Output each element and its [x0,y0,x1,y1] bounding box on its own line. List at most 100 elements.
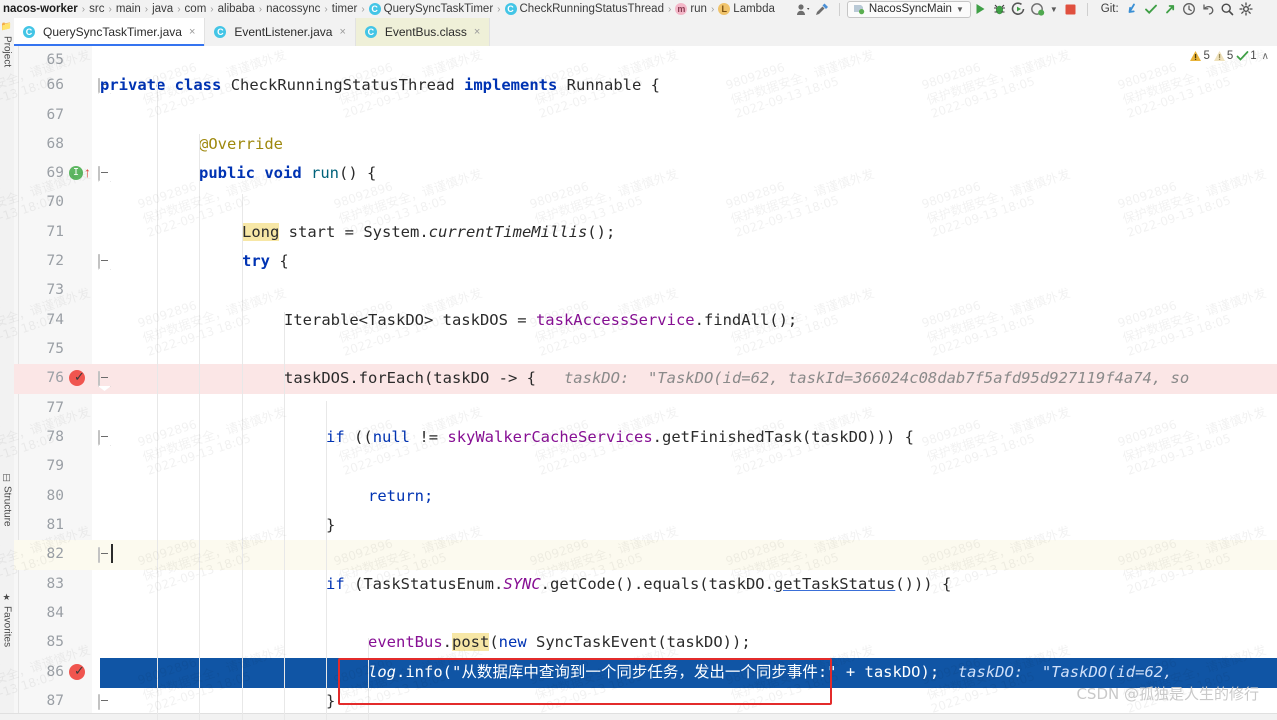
fold-marker[interactable] [98,254,110,269]
tool-window-project[interactable]: 📁 Project [0,22,14,67]
line-code: private class CheckRunningStatusThread i… [100,76,660,94]
build-hammer-icon[interactable] [814,1,831,18]
line-number: 86 [46,664,64,680]
tool-window-favorites[interactable]: ★ Favorites [0,593,14,647]
breadcrumb-item-method[interactable]: m run [672,2,710,15]
run-button[interactable] [972,1,989,18]
breadcrumb-inner-class-label: CheckRunningStatusThread [519,3,664,16]
editor-tab-label: QuerySyncTaskTimer.java [43,25,182,39]
breadcrumb-item-java[interactable]: java [149,3,176,15]
line-number: 70 [46,194,64,210]
breadcrumb-item-alibaba[interactable]: alibaba [215,3,258,15]
line-number: 81 [46,517,64,533]
breadcrumb-item-src[interactable]: src [86,3,107,15]
editor-line[interactable]: 71 Long start = System.currentTimeMillis… [14,218,1277,248]
line-code: Iterable<TaskDO> taskDOS = taskAccessSer… [284,311,798,329]
editor-line[interactable]: 72 try { [14,247,1277,277]
breadcrumb-item-class[interactable]: C QuerySyncTaskTimer [366,2,497,15]
class-icon: C [504,2,517,15]
breadcrumb-item-timer[interactable]: timer [329,3,361,15]
navigation-bar: nacos-worker › src › main › java › com ›… [0,0,1277,19]
line-code: if (TaskStatusEnum.SYNC.getCode().equals… [326,575,952,593]
editor-line[interactable]: 69 I ↑ public void run() { [14,159,1277,189]
breadcrumb-item-inner-class[interactable]: C CheckRunningStatusThread [502,2,667,16]
editor-line[interactable]: 77 [14,394,1277,424]
line-number: 83 [46,576,64,592]
editor-tab-label: EventBus.class [384,25,467,39]
typo-count[interactable]: 1 [1236,50,1257,62]
editor-line[interactable]: 73 [14,276,1277,306]
fold-marker[interactable] [98,694,110,710]
code-editor[interactable]: 65 66 private class CheckRunningStatusTh… [14,46,1277,720]
indent-guide [199,134,200,720]
settings-gear-icon[interactable] [1238,1,1255,18]
indent-guide [242,194,243,720]
editor-line[interactable]: 84 [14,599,1277,629]
breakpoint-verified-icon[interactable]: ✓ [69,369,91,388]
inspections-widget[interactable]: 5 5 1 ∧ [1189,50,1269,62]
search-icon[interactable] [1219,1,1236,18]
breadcrumb-item-nacossync[interactable]: nacossync [263,3,323,15]
class-icon: C [214,26,227,38]
git-push-icon[interactable] [1162,1,1179,18]
warning-count[interactable]: 5 [1189,50,1210,62]
git-commit-icon[interactable] [1143,1,1160,18]
editor-line[interactable]: 80 return; [14,482,1277,512]
line-number: 69 [46,165,64,181]
breakpoint-verified-icon[interactable]: ✓ [69,663,91,682]
run-with-coverage-button[interactable] [1010,1,1027,18]
editor-tab-eventlistener[interactable]: C EventListener.java × [205,18,356,46]
line-code [111,540,1277,570]
editor-line[interactable]: 78 if ((null != skyWalkerCacheServices.g… [14,423,1277,453]
fold-marker[interactable] [98,371,110,386]
chevron-up-icon[interactable]: ∧ [1262,51,1269,62]
stop-button[interactable] [1062,1,1079,18]
breadcrumb-item-main[interactable]: main [113,3,144,15]
class-icon: C [368,2,381,15]
profiler-icon[interactable] [795,1,812,18]
typo-check-icon [1236,51,1249,61]
editor-line[interactable]: 81 } [14,511,1277,541]
indent-guide [326,401,327,720]
profile-button[interactable] [1029,1,1046,18]
undo-icon[interactable] [1200,1,1217,18]
editor-line[interactable]: 74 Iterable<TaskDO> taskDOS = taskAccess… [14,306,1277,336]
editor-line[interactable]: 83 if (TaskStatusEnum.SYNC.getCode().equ… [14,570,1277,600]
run-method-gutter-icon[interactable]: I ↑ [69,164,91,183]
breadcrumb-item-module[interactable]: nacos-worker [0,3,81,15]
editor-line[interactable]: 66 private class CheckRunningStatusThrea… [14,71,1277,101]
editor-line[interactable]: 76 ✓ taskDOS.forEach(taskDO -> { taskDO:… [14,364,1277,394]
git-update-icon[interactable] [1124,1,1141,18]
warning-triangle-icon [1190,51,1202,61]
editor-tab-label: EventListener.java [234,25,333,39]
fold-marker[interactable] [98,166,110,181]
fold-marker[interactable] [98,547,110,563]
editor-line[interactable]: 79 [14,452,1277,482]
editor-line[interactable]: 68 @Override [14,130,1277,160]
editor-line-caret[interactable]: 82 [14,540,1277,570]
weak-warning-count[interactable]: 5 [1213,50,1233,62]
editor-tab-eventbus[interactable]: C EventBus.class × [355,18,491,46]
tool-window-favorites-label: Favorites [1,606,13,648]
fold-marker[interactable] [98,430,110,445]
star-icon: ★ [2,593,13,603]
breadcrumb-item-com[interactable]: com [182,3,210,15]
editor-line[interactable]: 70 [14,188,1277,218]
profile-chevron-down-icon[interactable]: ▼ [1050,5,1058,14]
editor-line[interactable]: 75 [14,335,1277,365]
line-number: 73 [46,282,64,298]
close-icon[interactable]: × [339,26,345,38]
tool-window-structure[interactable]: ◫ Structure [0,473,14,527]
debug-button[interactable] [991,1,1008,18]
warning-count-label: 5 [1203,50,1210,62]
breadcrumb-item-lambda[interactable]: L Lambda [715,2,778,15]
editor-line-highlighted[interactable]: 85 eventBus.post(new SyncTaskEvent(taskD… [14,628,1277,658]
history-clock-icon[interactable] [1181,1,1198,18]
line-code: if ((null != skyWalkerCacheServices.getF… [326,428,914,446]
close-icon[interactable]: × [189,26,195,38]
editor-line[interactable]: 67 [14,101,1277,131]
close-icon[interactable]: × [474,26,480,38]
indent-guide [368,638,369,720]
editor-tab-querysynctasktimer[interactable]: C QuerySyncTaskTimer.java × [14,18,206,46]
run-configuration-selector[interactable]: NacosSyncMain ▼ [846,0,971,18]
